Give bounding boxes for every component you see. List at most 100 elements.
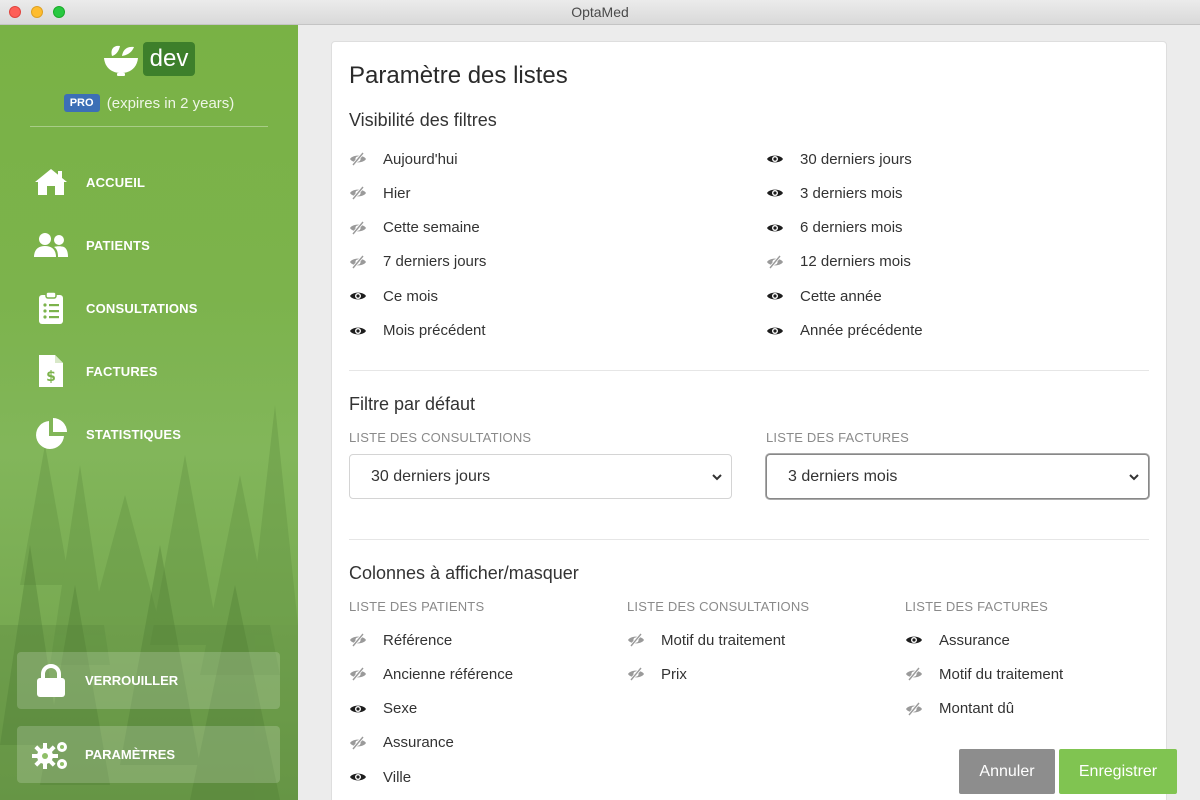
section-title-default-filter: Filtre par défaut [349,394,476,414]
visibility-toggle-row[interactable]: Hier [349,183,411,203]
toggle-label: Année précédente [800,322,923,339]
toggle-label: Assurance [383,734,454,752]
svg-text:$: $ [46,369,56,385]
consultations-filter-select[interactable]: 30 derniers jours [349,454,732,499]
toggle-label: Montant dû [939,700,1015,718]
eye-icon[interactable] [905,633,923,647]
settings-panel: Paramètre des listes Visibilité des filt… [331,41,1167,800]
eye-slash-icon[interactable] [349,667,367,682]
visibility-toggle-row[interactable]: Mois précédent [349,321,486,341]
visibility-toggle-row[interactable]: Assurance [349,733,454,753]
visibility-toggle-row[interactable]: Cette année [766,286,882,306]
lock-button[interactable]: VERROUILLER [17,652,280,709]
visibility-toggle-row[interactable]: Ancienne référence [349,664,513,684]
toggle-label: Cette année [800,287,882,305]
settings-label: PARAMÈTRES [85,747,176,762]
toggle-label: Cette semaine [383,219,480,237]
visibility-toggle-row[interactable]: Année précédente [766,321,923,341]
visibility-toggle-row[interactable]: Cette semaine [349,218,480,238]
eye-slash-icon[interactable] [905,701,923,716]
eye-icon[interactable] [766,221,784,235]
section-title-filters-visibility: Visibilité des filtres [349,110,497,130]
consultations-filter-value: 30 derniers jours [371,468,491,485]
section-title-columns: Colonnes à afficher/masquer [349,563,579,583]
visibility-toggle-row[interactable]: Ville [349,767,411,787]
settings-button[interactable]: PARAMÈTRES [17,726,280,783]
plan-expiry: (expires in 2 years) [106,95,235,112]
eye-slash-icon[interactable] [349,220,367,235]
toggle-label: Prix [661,665,687,683]
clipboard-list-icon [30,288,72,328]
visibility-toggle-row[interactable]: Assurance [905,630,1010,650]
toggle-label: Assurance [939,631,1010,649]
zoom-window-button[interactable] [53,6,65,18]
eye-icon[interactable] [766,152,784,166]
toggle-label: 3 derniers mois [800,184,903,202]
eye-icon[interactable] [349,702,367,716]
window-titlebar: OptaMed [0,0,1200,25]
eye-icon[interactable] [766,186,784,200]
section-divider [349,370,1149,371]
toggle-label: Ville [383,768,412,786]
toggle-label: Motif du traitement [661,631,786,649]
eye-icon[interactable] [766,289,784,303]
visibility-toggle-row[interactable]: 3 derniers mois [766,183,903,203]
eye-icon[interactable] [349,289,367,303]
close-window-button[interactable] [9,6,21,18]
page-title: Paramètre des listes [349,62,568,89]
toggle-label: Ancienne référence [383,665,514,683]
toggle-label: Motif du traitement [939,665,1064,683]
eye-icon[interactable] [349,770,367,784]
lock-label: VERROUILLER [85,673,179,688]
visibility-toggle-row[interactable]: Prix [627,664,687,684]
home-icon [30,162,72,202]
toggle-label: Sexe [383,700,418,718]
eye-slash-icon[interactable] [349,152,367,166]
visibility-toggle-row[interactable]: 6 derniers mois [766,218,903,238]
eye-slash-icon[interactable] [766,254,784,269]
invoices-filter-label: LISTE DES FACTURES [766,430,910,445]
sidebar-item-statistiques[interactable]: STATISTIQUES [30,414,280,454]
visibility-toggle-row[interactable]: Sexe [349,699,417,719]
visibility-toggle-row[interactable]: Ce mois [349,286,438,306]
eye-slash-icon[interactable] [349,186,367,201]
invoices-filter-value: 3 derniers mois [788,468,898,485]
toggle-label: Ce mois [383,287,439,305]
invoices-filter-select[interactable]: 3 derniers mois [766,454,1149,499]
gears-icon [17,739,85,771]
pie-chart-icon [30,414,72,454]
cancel-button[interactable]: Annuler [959,749,1055,794]
visibility-toggle-row[interactable]: Motif du traitement [905,664,1063,684]
sidebar-item-patients[interactable]: PATIENTS [30,225,280,265]
eye-icon[interactable] [349,324,367,338]
visibility-toggle-row[interactable]: 12 derniers mois [766,252,911,272]
sidebar-item-label: ACCUEIL [86,174,146,190]
sidebar-item-label: STATISTIQUES [86,426,182,442]
save-button[interactable]: Enregistrer [1059,749,1177,794]
env-badge: dev [143,42,195,76]
eye-slash-icon[interactable] [349,633,367,647]
consultations-filter-label: LISTE DES CONSULTATIONS [349,430,532,445]
eye-slash-icon[interactable] [627,633,645,647]
toggle-label: 30 derniers jours [800,150,912,168]
eye-icon[interactable] [766,324,784,338]
sidebar-item-consultations[interactable]: CONSULTATIONS [30,288,280,328]
visibility-toggle-row[interactable]: 30 derniers jours [766,149,912,169]
section-divider [349,539,1149,540]
visibility-toggle-row[interactable]: 7 derniers jours [349,252,486,272]
visibility-toggle-row[interactable]: Motif du traitement [627,630,785,650]
sidebar-item-accueil[interactable]: ACCUEIL [30,162,280,202]
visibility-toggle-row[interactable]: Montant dû [905,699,1014,719]
toggle-label: 12 derniers mois [800,253,911,271]
eye-slash-icon[interactable] [349,254,367,269]
visibility-toggle-row[interactable]: Aujourd'hui [349,149,458,169]
sidebar-item-factures[interactable]: $ FACTURES [30,351,280,391]
sidebar-item-label: CONSULTATIONS [86,300,198,316]
visibility-toggle-row[interactable]: Référence [349,630,452,650]
invoices-columns-label: LISTE DES FACTURES [905,599,1049,614]
eye-slash-icon[interactable] [349,735,367,750]
toggle-label: 7 derniers jours [383,253,487,271]
minimize-window-button[interactable] [31,6,43,18]
eye-slash-icon[interactable] [627,667,645,682]
eye-slash-icon[interactable] [905,667,923,682]
